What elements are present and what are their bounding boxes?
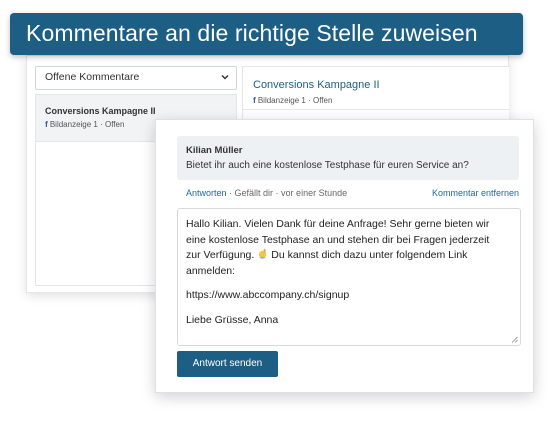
comment-bubble: Kilian Müller Bietet ihr auch eine koste…: [177, 136, 519, 180]
chevron-down-icon: [221, 74, 229, 80]
divider: [243, 109, 509, 110]
remove-comment-link[interactable]: Kommentar entfernen: [432, 188, 519, 198]
comment-filter-value: Offene Kommentare: [45, 71, 140, 83]
comment-reply-card: Kilian Müller Bietet ihr auch eine koste…: [155, 119, 534, 393]
banner-title: Kommentare an die richtige Stelle zuweis…: [26, 20, 478, 46]
reply-link[interactable]: Antworten: [186, 188, 227, 198]
conversation-title: Conversions Kampagne II: [45, 106, 156, 116]
conversation-meta: f Bildanzeige 1 · Offen: [45, 119, 124, 129]
post-meta-text: Bildanzeige 1 · Offen: [257, 96, 333, 105]
reply-textarea[interactable]: Hallo Kilian. Vielen Dank für deine Anfr…: [177, 208, 521, 346]
reply-line-part: zur Verfügung.: [186, 249, 255, 261]
comment-actions-meta: · Gefällt dir · vor einer Stunde: [229, 188, 348, 198]
reply-line: zur Verfügung. Du kannst dich dazu unter…: [186, 248, 512, 264]
resize-handle-icon[interactable]: [511, 336, 518, 343]
feature-banner: Kommentare an die richtige Stelle zuweis…: [10, 13, 523, 55]
comment-author: Kilian Müller: [186, 145, 243, 156]
reply-link-line: https://www.abccompany.ch/signup: [186, 289, 350, 301]
reply-line: Hallo Kilian. Vielen Dank für deine Anfr…: [186, 218, 490, 230]
comment-filter-select[interactable]: Offene Kommentare: [35, 66, 237, 90]
reply-line: eine kostenlose Testphase an und stehen …: [186, 233, 490, 246]
post-meta: f Bildanzeige 1 · Offen: [253, 95, 332, 105]
comment-actions: Antworten · Gefällt dir · vor einer Stun…: [186, 188, 347, 198]
facebook-icon: f: [45, 119, 48, 129]
raising-hand-emoji-icon: [259, 248, 267, 259]
facebook-icon: f: [253, 95, 256, 105]
post-title[interactable]: Conversions Kampagne II: [253, 79, 380, 91]
reply-text: Hallo Kilian. Vielen Dank für deine Anfr…: [186, 217, 512, 328]
reply-line-part: Du kannst dich dazu unter folgendem Link: [271, 249, 468, 261]
reply-line: anmelden:: [186, 264, 236, 277]
conversation-meta-text: Bildanzeige 1 · Offen: [49, 120, 125, 129]
send-reply-button[interactable]: Antwort senden: [177, 351, 278, 377]
comment-text: Bietet ihr auch eine kostenlose Testphas…: [186, 160, 469, 171]
reply-signature: Liebe Grüsse, Anna: [186, 313, 279, 326]
